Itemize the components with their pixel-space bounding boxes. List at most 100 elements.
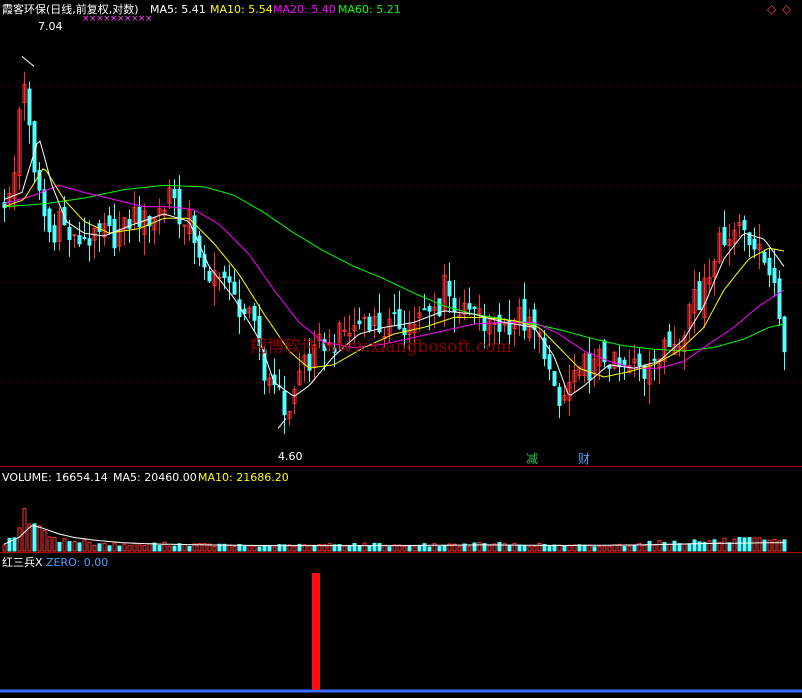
volume-bar <box>97 543 102 552</box>
volume-bar <box>267 545 272 552</box>
volume-bar <box>147 543 152 552</box>
high-leader-line <box>21 56 35 67</box>
candle-body <box>87 238 92 246</box>
volume-bar <box>242 545 247 552</box>
candle-body <box>722 227 727 246</box>
volume-bar <box>137 544 142 552</box>
candle-body <box>252 305 257 321</box>
candle-body <box>557 386 562 406</box>
volume-bar <box>367 545 372 552</box>
volume-bar <box>467 546 472 552</box>
volume-bar <box>442 544 447 552</box>
volume-bar <box>747 537 752 552</box>
indicator-name: 红三兵X <box>2 556 43 569</box>
candle-body <box>397 309 402 329</box>
volume-bar <box>402 545 407 552</box>
candle-body <box>497 314 502 332</box>
volume-bar <box>682 543 687 552</box>
candle-body <box>77 235 82 245</box>
volume-bar <box>732 538 737 552</box>
volume-bar <box>762 539 767 552</box>
volume-bar <box>347 545 352 552</box>
volume-bar <box>457 546 462 552</box>
candle-body <box>392 312 397 315</box>
zero-readout: ZERO: 0.00 <box>46 556 109 569</box>
volume-bar <box>507 544 512 552</box>
volume-bar <box>7 537 12 552</box>
financial-report-badge[interactable]: 财 <box>578 453 590 466</box>
volume-bar <box>592 546 597 552</box>
volume-bar <box>87 541 92 552</box>
volume-bar <box>187 545 192 552</box>
volume-bar <box>82 539 87 552</box>
volume-readout: VOLUME: 16654.14 <box>2 471 108 484</box>
volume-ma5-readout: MA5: 20460.00 <box>113 471 197 484</box>
price-panel-title: 霞客环保(日线,前复权,对数) <box>2 3 139 16</box>
volume-bar <box>767 539 772 552</box>
chart-control-icon-right[interactable]: ◇ <box>782 3 791 15</box>
volume-ma-line <box>3 525 784 547</box>
volume-bar <box>722 537 727 552</box>
candle-body <box>697 281 702 311</box>
volume-bar <box>387 546 392 552</box>
high-price-label: 7.04 <box>38 20 63 33</box>
volume-bar <box>162 541 167 552</box>
volume-bar <box>257 546 262 552</box>
volume-bar <box>22 508 27 552</box>
volume-bar <box>562 545 567 552</box>
volume-bar <box>312 544 317 552</box>
volume-bar <box>602 546 607 552</box>
volume-bar <box>262 544 267 552</box>
volume-bar <box>102 542 107 552</box>
volume-bar <box>327 543 332 552</box>
volume-bar <box>427 546 432 552</box>
candle-body <box>427 306 432 312</box>
volume-bar <box>587 544 592 552</box>
volume-bar <box>372 542 377 552</box>
candle-body <box>27 88 32 126</box>
chart-control-icon-left[interactable]: ◇ <box>767 3 776 15</box>
candle-body <box>52 225 57 243</box>
candle-body <box>667 331 672 348</box>
volume-bar <box>362 542 367 552</box>
candle-body <box>767 257 772 276</box>
volume-bar <box>117 545 122 552</box>
volume-bar <box>522 544 527 552</box>
volume-bar <box>227 544 232 552</box>
candle-body <box>447 280 452 297</box>
volume-bar <box>127 545 132 552</box>
volume-bar <box>32 523 37 552</box>
volume-bar <box>122 543 127 552</box>
volume-bar <box>597 545 602 552</box>
candle-body <box>222 271 227 279</box>
volume-bar <box>172 545 177 552</box>
volume-bar <box>417 545 422 552</box>
volume-bar <box>612 544 617 552</box>
volume-bar <box>47 536 52 552</box>
volume-bar <box>272 546 277 552</box>
volume-bar <box>707 540 712 552</box>
candle-body <box>72 234 77 237</box>
volume-bar <box>677 543 682 552</box>
candle-body <box>472 306 477 310</box>
volume-bar <box>167 545 172 552</box>
volume-bar <box>62 538 67 552</box>
volume-bar <box>642 544 647 552</box>
low-price-label: 4.60 <box>278 450 303 463</box>
volume-bar <box>727 542 732 552</box>
volume-bar <box>412 546 417 552</box>
volume-bar <box>37 525 42 552</box>
volume-bar <box>92 544 97 552</box>
volume-bar <box>252 545 257 552</box>
volume-bar <box>607 545 612 552</box>
chart-stage: × × × × × × × × × × 霞客环保(日线,前复权,对数) MA5: 5.41 MA1… <box>0 0 802 695</box>
volume-bar <box>247 545 252 552</box>
volume-bar <box>772 538 777 552</box>
candle-body <box>777 278 782 320</box>
volume-bar <box>342 545 347 552</box>
volume-bar <box>527 546 532 552</box>
candle-body <box>107 215 112 227</box>
reduce-holding-badge[interactable]: 减 <box>526 453 538 466</box>
candle-body <box>782 316 787 353</box>
candle-body <box>172 188 177 199</box>
